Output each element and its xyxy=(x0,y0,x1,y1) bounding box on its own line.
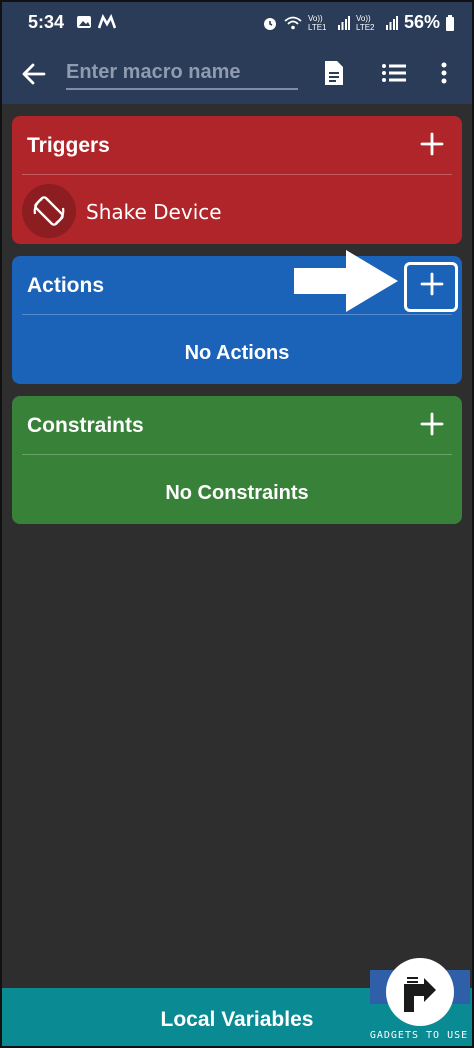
wifi-icon xyxy=(284,16,302,29)
add-action-icon[interactable] xyxy=(418,270,446,298)
no-actions-text: No Actions xyxy=(184,342,290,364)
actions-title: Actions xyxy=(27,274,105,297)
alarm-icon xyxy=(263,17,276,30)
status-time: 5:34 xyxy=(28,12,65,32)
gadgets-to-use-logo-icon xyxy=(370,958,470,1026)
divider xyxy=(22,174,452,175)
constraints-title: Constraints xyxy=(27,414,144,437)
document-icon[interactable] xyxy=(321,59,347,87)
add-constraint-icon[interactable] xyxy=(418,410,446,438)
toolbar xyxy=(0,46,474,104)
constraints-card: Constraints No Constraints xyxy=(12,396,462,524)
battery-percentage: 56% xyxy=(403,12,440,32)
trigger-label: Shake Device xyxy=(86,200,222,224)
triggers-card: Triggers Shake Device xyxy=(12,116,462,244)
divider xyxy=(22,314,452,315)
list-icon[interactable] xyxy=(380,59,408,87)
m-icon xyxy=(98,14,116,29)
status-bar: 5:34 Vo)) LTE1 Vo)) LTE2 56% xyxy=(0,0,474,46)
no-constraints-text: No Constraints xyxy=(165,482,309,504)
back-arrow-icon[interactable] xyxy=(20,60,48,88)
network-label-1: Vo)) LTE1 xyxy=(307,13,327,32)
network-label-2: Vo)) LTE2 xyxy=(355,13,375,32)
screen-rotation-icon xyxy=(33,196,65,226)
macro-name-input[interactable] xyxy=(66,56,298,90)
add-trigger-icon[interactable] xyxy=(418,130,446,158)
watermark-logo: GADGETS TO USE xyxy=(364,952,474,1048)
gallery-icon xyxy=(77,16,91,28)
signal-icon xyxy=(385,15,398,30)
triggers-title: Triggers xyxy=(27,134,110,157)
more-vert-icon[interactable] xyxy=(434,59,454,87)
signal-icon xyxy=(337,15,350,30)
trigger-item-shake-device[interactable]: Shake Device xyxy=(22,184,322,238)
watermark-text: GADGETS TO USE xyxy=(369,1030,469,1041)
divider xyxy=(22,454,452,455)
battery-icon xyxy=(446,14,454,31)
app-header: 5:34 Vo)) LTE1 Vo)) LTE2 56% xyxy=(0,0,474,104)
pointer-arrow-icon xyxy=(294,250,398,312)
